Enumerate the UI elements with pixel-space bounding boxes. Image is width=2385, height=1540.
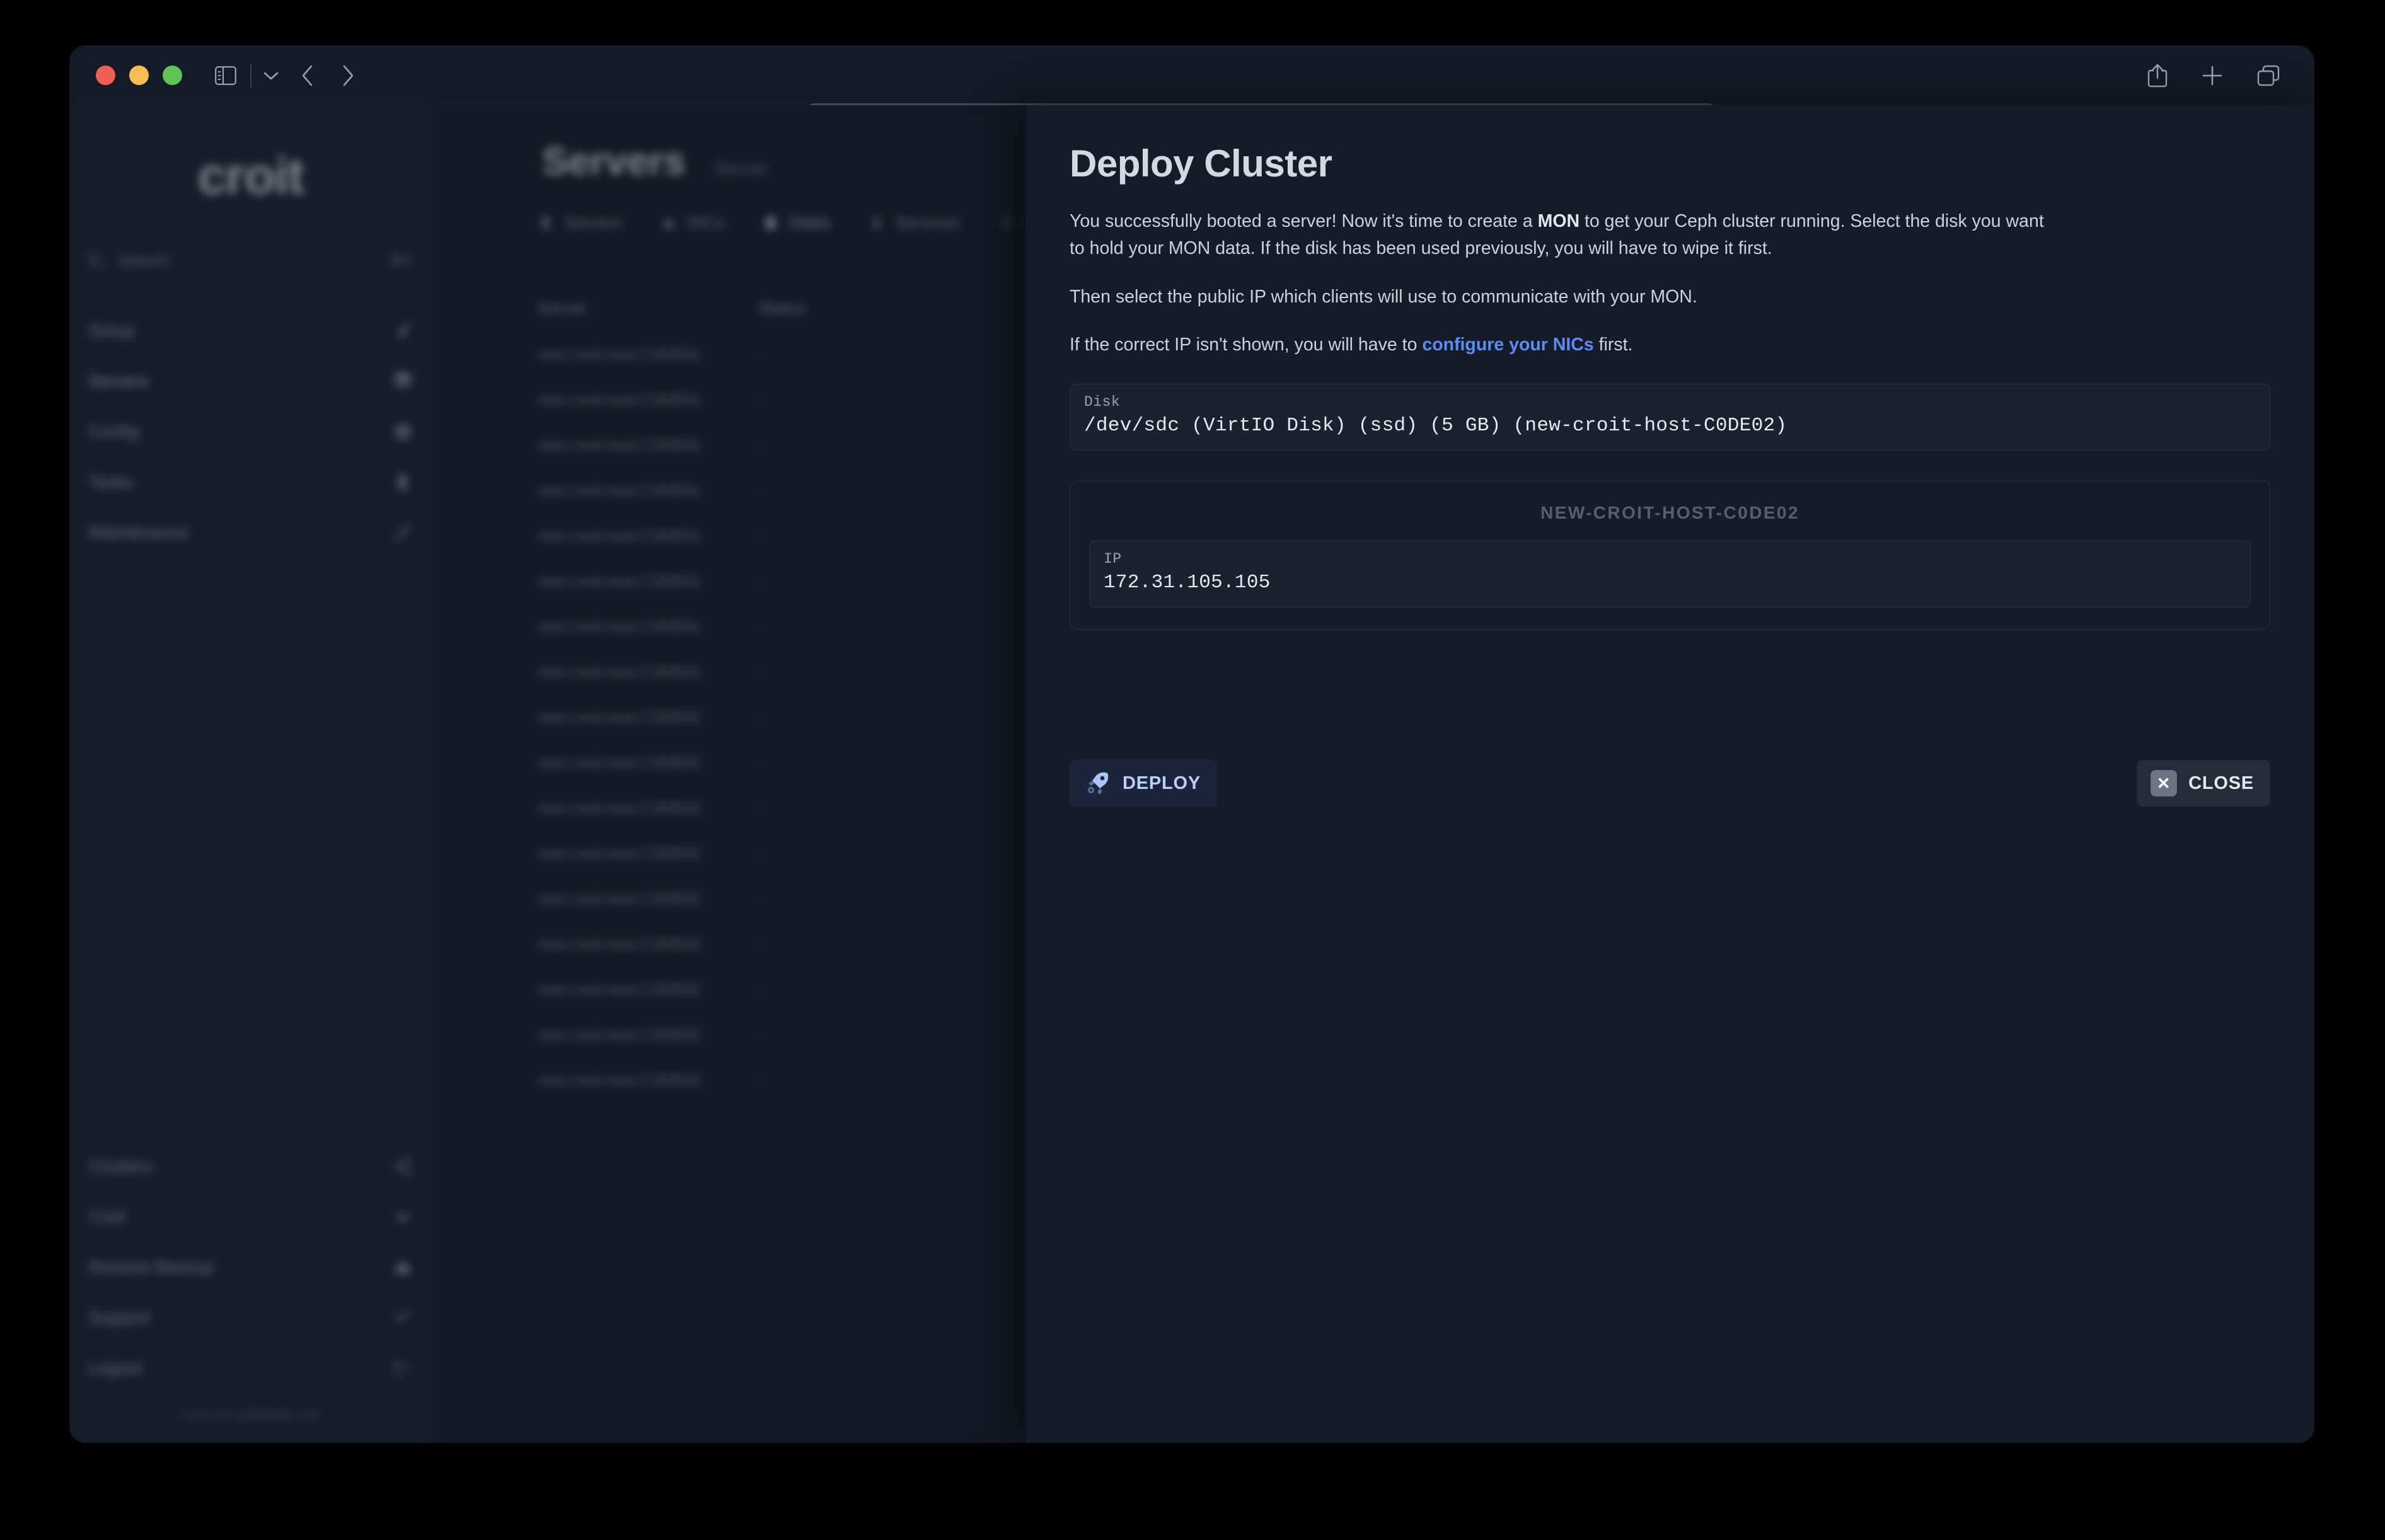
ip-field-label: IP <box>1104 551 2236 567</box>
maximize-window-button[interactable] <box>163 66 182 85</box>
disk-field-label: Disk <box>1084 394 2256 410</box>
sidebar-toggle-icon[interactable] <box>215 66 236 85</box>
modal-paragraph-2: Then select the public IP which clients … <box>1070 284 2053 311</box>
close-button[interactable]: ✕ CLOSE <box>2137 760 2270 807</box>
minimize-window-button[interactable] <box>129 66 149 85</box>
host-card-title: NEW-CROIT-HOST-C0DE02 <box>1089 498 2251 527</box>
toolbar-divider <box>250 64 251 88</box>
modal-paragraph-3: If the correct IP isn't shown, you will … <box>1070 331 2053 359</box>
ip-field-value: 172.31.105.105 <box>1104 572 2236 594</box>
chevron-down-icon[interactable] <box>263 71 279 81</box>
deploy-cluster-modal: Deploy Cluster You successfully booted a… <box>1024 105 2314 1443</box>
browser-toolbar: localhost:8080/servers/disks/ A 文 <box>69 45 2314 105</box>
host-ip-card: NEW-CROIT-HOST-C0DE02 IP 172.31.105.105 <box>1070 481 2270 629</box>
disk-select-field[interactable]: Disk /dev/sdc (VirtIO Disk) (ssd) (5 GB)… <box>1070 384 2270 451</box>
new-tab-button[interactable] <box>2201 64 2224 87</box>
modal-action-bar: DEPLOY ✕ CLOSE <box>1070 759 2270 807</box>
modal-title: Deploy Cluster <box>1070 142 2270 185</box>
app-viewport: croit Search ⌘K Setup <box>69 105 2314 1443</box>
disk-field-value: /dev/sdc (VirtIO Disk) (ssd) (5 GB) (new… <box>1084 415 2256 437</box>
forward-button[interactable] <box>341 64 355 87</box>
share-icon[interactable] <box>2147 63 2168 88</box>
window-traffic-lights <box>96 66 182 85</box>
mon-keyword: MON <box>1538 211 1580 231</box>
deploy-button[interactable]: DEPLOY <box>1070 759 1217 807</box>
paragraph-3-part-b: first. <box>1594 335 1633 355</box>
modal-paragraph-1: You successfully booted a server! Now it… <box>1070 208 2053 262</box>
rocket-icon <box>1083 769 1111 797</box>
paragraph-1-part-a: You successfully booted a server! Now it… <box>1070 211 1538 231</box>
toolbar-right-actions <box>2147 63 2280 88</box>
browser-window: localhost:8080/servers/disks/ A 文 <box>69 45 2314 1443</box>
close-button-label: CLOSE <box>2188 773 2254 794</box>
ip-select-field[interactable]: IP 172.31.105.105 <box>1089 541 2251 607</box>
tab-overview-button[interactable] <box>2256 64 2280 87</box>
close-window-button[interactable] <box>96 66 115 85</box>
deploy-button-label: DEPLOY <box>1123 773 1201 794</box>
configure-nics-link[interactable]: configure your NICs <box>1422 335 1593 355</box>
paragraph-3-part-a: If the correct IP isn't shown, you will … <box>1070 335 1422 355</box>
close-x-icon: ✕ <box>2151 770 2177 796</box>
back-button[interactable] <box>301 64 315 87</box>
